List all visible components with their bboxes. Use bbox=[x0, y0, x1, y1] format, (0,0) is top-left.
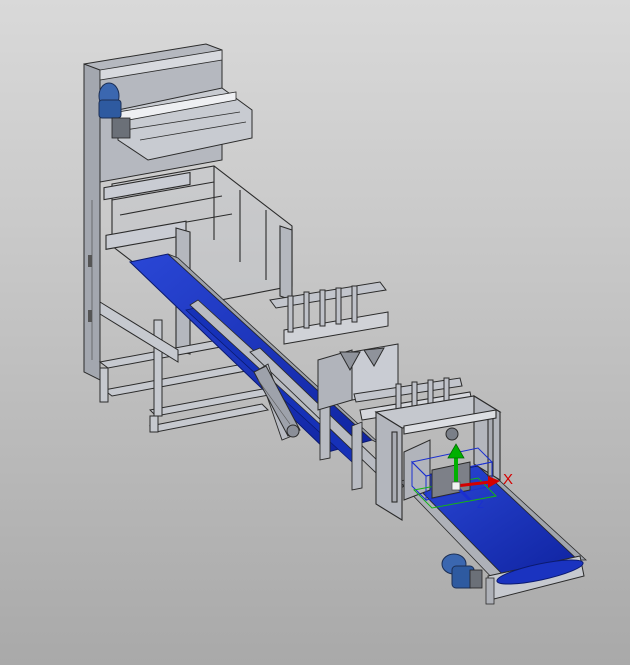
cad-viewport[interactable]: X Z bbox=[0, 0, 630, 665]
conveyor-assembly-model[interactable] bbox=[0, 0, 630, 665]
triad-origin bbox=[451, 481, 461, 491]
x-axis-label: X bbox=[503, 471, 514, 488]
z-axis-label: Z bbox=[477, 499, 484, 511]
